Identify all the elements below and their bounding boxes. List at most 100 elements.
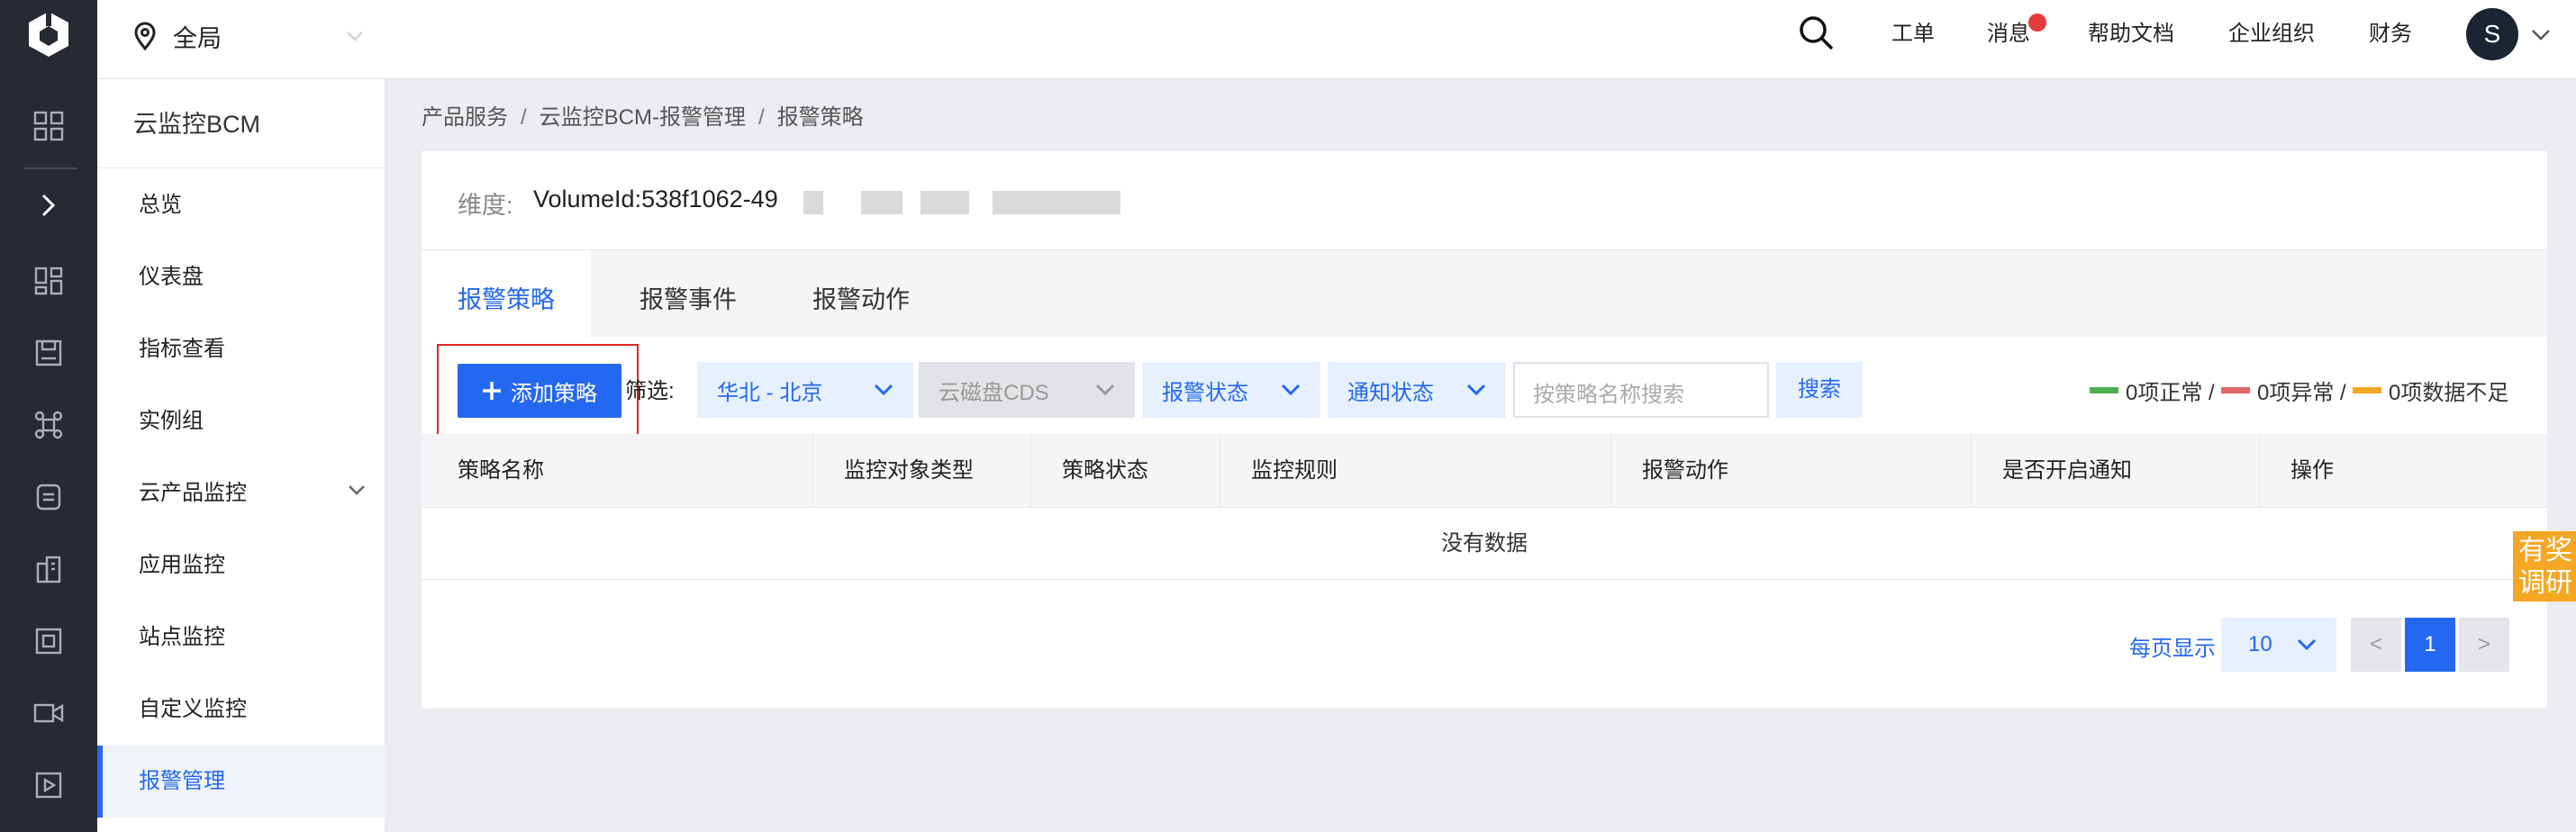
main-card: 维度: VolumeId:538f1062-49 报警策略 报警事件 报警动作 … [422, 151, 2547, 708]
menu-item-dashboard[interactable]: 仪表盘 [97, 241, 385, 313]
product-select[interactable]: 云磁盘CDS [919, 362, 1135, 418]
building-icon[interactable] [0, 542, 97, 596]
region-label: 全局 [173, 24, 222, 52]
database-icon[interactable] [0, 470, 97, 524]
alarm-status-value: 报警状态 [1162, 380, 1248, 405]
menu-item-alarm-management[interactable]: 报警管理 [97, 746, 385, 818]
menu-item-app-monitor[interactable]: 应用监控 [97, 529, 385, 601]
filter-label: 筛选: [625, 379, 675, 403]
container-icon[interactable] [0, 614, 97, 668]
baidu-cloud-logo[interactable] [0, 0, 97, 68]
alarm-status-select[interactable]: 报警状态 [1142, 362, 1320, 418]
chevron-down-icon [2297, 638, 2317, 651]
avatar-chevron-down-icon[interactable] [2531, 29, 2551, 46]
legend-normal: 0项正常 / [2090, 375, 2215, 406]
product-select-value: 云磁盘CDS [939, 380, 1049, 405]
dashboard-icon[interactable] [0, 254, 97, 308]
media-play-icon[interactable] [0, 758, 97, 812]
legend-abnormal: 0项异常 / [2221, 375, 2346, 406]
breadcrumb-alarm-policy: 报警策略 [776, 105, 864, 130]
legend-abnormal-text: 0项异常 / [2257, 381, 2346, 405]
network-icon[interactable] [0, 398, 97, 452]
rail-divider [23, 167, 77, 169]
dimension-label: 维度: [458, 192, 513, 219]
table-header: 策略名称 监控对象类型 策略状态 监控规则 报警动作 是否开启通知 操作 [422, 434, 2547, 508]
storage-icon[interactable] [0, 326, 97, 380]
chevron-down-icon [1466, 384, 1486, 396]
col-policy-name: 策略名称 [458, 458, 544, 483]
per-page-select[interactable]: 10 [2221, 618, 2336, 672]
menu-item-custom-monitor[interactable]: 自定义监控 [97, 674, 385, 746]
notify-status-value: 通知状态 [1347, 380, 1434, 405]
col-object-type: 监控对象类型 [812, 434, 1030, 508]
next-page-button[interactable]: > [2459, 618, 2509, 672]
survey-tab[interactable]: 有奖调研 [2513, 531, 2576, 601]
notification-badge [2028, 14, 2046, 32]
tab-bar: 报警策略 报警事件 报警动作 [422, 250, 2547, 337]
chevron-down-icon [349, 485, 365, 495]
legend-insufficient: 0项数据不足 [2353, 375, 2508, 406]
top-navigation-bar: 全局 工单 消息 帮助文档 企业组织 财务 S [97, 0, 2576, 79]
legend-normal-text: 0项正常 / [2126, 381, 2215, 405]
normal-swatch [2090, 387, 2118, 393]
notify-status-select[interactable]: 通知状态 [1328, 362, 1506, 418]
menu-item-overview[interactable]: 总览 [97, 169, 385, 241]
service-title: 云监控BCM [133, 111, 260, 138]
col-alarm-action: 报警动作 [1610, 434, 1971, 508]
side-menu: 云监控BCM 总览 仪表盘 指标查看 实例组 云产品监控 应用监控 站点监控 自… [97, 79, 385, 832]
breadcrumb-products[interactable]: 产品服务 [422, 105, 508, 130]
redacted-block [921, 191, 969, 214]
empty-state: 没有数据 [422, 508, 2547, 580]
prev-page-button[interactable]: < [2351, 618, 2401, 672]
menu-item-site-monitor[interactable]: 站点监控 [97, 601, 385, 674]
tab-alarm-actions[interactable]: 报警动作 [776, 250, 946, 337]
user-avatar[interactable]: S [2466, 8, 2518, 60]
nav-messages[interactable]: 消息 [1987, 0, 2030, 68]
location-pin-icon [134, 22, 156, 50]
menu-item-cloud-product-monitor[interactable]: 云产品监控 [97, 457, 385, 529]
menu-item-label: 云产品监控 [139, 481, 247, 505]
col-operations: 操作 [2259, 434, 2547, 508]
abnormal-swatch [2221, 387, 2250, 393]
highlight-box [437, 344, 639, 445]
nav-enterprise-org[interactable]: 企业组织 [2228, 0, 2315, 68]
nav-help-docs[interactable]: 帮助文档 [2088, 0, 2174, 68]
tab-alarm-policy[interactable]: 报警策略 [422, 250, 591, 337]
search-button[interactable]: 搜索 [1776, 362, 1863, 418]
page-1-button[interactable]: 1 [2405, 618, 2455, 672]
region-select[interactable]: 华北 - 北京 [697, 362, 913, 418]
pagination: 每页显示 10 < 1 > [422, 618, 2547, 672]
region-select-value: 华北 - 北京 [717, 380, 823, 405]
nav-ticket[interactable]: 工单 [1891, 0, 1935, 68]
dimension-value: VolumeId:538f1062-49 [533, 185, 778, 213]
legend-insufficient-text: 0项数据不足 [2389, 381, 2509, 405]
chevron-down-icon [874, 384, 893, 396]
col-notify-enabled: 是否开启通知 [1971, 434, 2259, 508]
chevron-down-icon [347, 32, 363, 41]
tab-alarm-events[interactable]: 报警事件 [603, 250, 773, 337]
product-rail [0, 0, 97, 832]
redacted-block [803, 191, 823, 214]
col-monitor-rule: 监控规则 [1220, 434, 1610, 508]
search-icon[interactable] [1798, 14, 1836, 57]
menu-item-instance-group[interactable]: 实例组 [97, 385, 385, 457]
per-page-label: 每页显示 [2129, 637, 2216, 661]
expand-chevron-icon[interactable] [0, 178, 97, 232]
menu-item-metrics[interactable]: 指标查看 [97, 313, 385, 385]
col-policy-status: 策略状态 [1030, 434, 1220, 508]
all-products-icon[interactable] [0, 99, 97, 153]
breadcrumb-alarm-management[interactable]: 云监控BCM-报警管理 [540, 105, 746, 130]
policy-search-input[interactable]: 按策略名称搜索 [1513, 362, 1769, 418]
video-icon[interactable] [0, 686, 97, 740]
per-page-value: 10 [2248, 632, 2272, 656]
dimension-bar: 维度: VolumeId:538f1062-49 [422, 151, 2547, 250]
insufficient-swatch [2353, 387, 2381, 393]
redacted-block [993, 191, 1120, 214]
redacted-block [861, 191, 903, 214]
nav-finance[interactable]: 财务 [2369, 0, 2412, 68]
policy-toolbar: 添加策略 筛选: 华北 - 北京 云磁盘CDS 报警状态 通知状态 按策略名称搜… [422, 337, 2547, 445]
chevron-down-icon [1281, 384, 1301, 396]
region-selector[interactable]: 全局 [133, 0, 363, 72]
breadcrumb: 产品服务 / 云监控BCM-报警管理 / 报警策略 [422, 105, 864, 130]
chevron-down-icon [1095, 384, 1115, 396]
